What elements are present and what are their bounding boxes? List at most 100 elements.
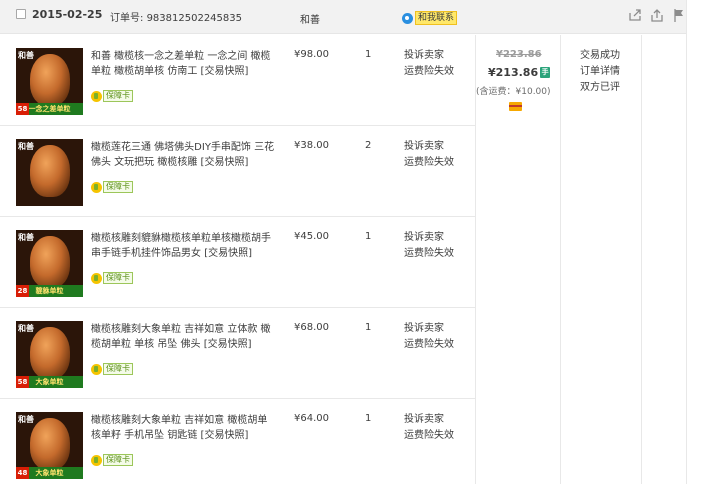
shop-seal: 和善: [18, 324, 34, 333]
product-title-link[interactable]: 橄榄莲花三通 佛塔佛头DIY手串配饰 三花佛头 文玩把玩 橄榄核雕 [交易快照]: [91, 140, 277, 170]
order-details-link[interactable]: 订单详情: [580, 64, 640, 80]
column-divider: [641, 35, 642, 484]
product-image: [30, 418, 70, 470]
thumbnail-price-badge: 58: [16, 103, 29, 115]
item-price: ¥64.00: [294, 413, 329, 424]
share-icon[interactable]: [628, 8, 642, 22]
insurance-label: 保障卡: [103, 363, 133, 375]
header-actions: [628, 8, 686, 22]
snapshot-link[interactable]: [交易快照]: [201, 157, 249, 168]
complaint-link[interactable]: 投诉卖家: [404, 139, 464, 155]
seller-name[interactable]: 和善: [300, 11, 320, 26]
review-status-link[interactable]: 双方已评: [580, 80, 640, 96]
order-item-row: 和善 一念之差单粒 58 和善 橄榄核一念之差单粒 一念之间 橄榄单粒 橄榄胡单…: [0, 35, 475, 126]
insurance-icon: [91, 90, 102, 102]
freight-insurance-status[interactable]: 运费险失效: [404, 64, 464, 80]
thumbnail-price-badge: 28: [16, 285, 29, 297]
product-title-link[interactable]: 和善 橄榄核一念之差单粒 一念之间 橄榄单粒 橄榄胡单核 仿南工 [交易快照]: [91, 49, 277, 79]
upload-icon[interactable]: [650, 8, 664, 22]
contact-seller-label: 和我联系: [415, 11, 458, 25]
insurance-label: 保障卡: [103, 181, 133, 193]
insurance-icon: [91, 454, 102, 466]
shop-seal: 和善: [18, 142, 34, 151]
snapshot-link[interactable]: [交易快照]: [204, 248, 252, 259]
product-image: [30, 145, 70, 197]
insurance-card-link[interactable]: 保障卡: [91, 454, 133, 466]
order-number: 订单号: 983812502245835: [110, 9, 242, 24]
order-number-value: 983812502245835: [146, 13, 242, 24]
snapshot-link[interactable]: [交易快照]: [201, 430, 249, 441]
product-thumbnail[interactable]: 和善: [16, 139, 83, 206]
product-thumbnail[interactable]: 和善 大象单粒 48: [16, 412, 83, 479]
item-quantity: 2: [365, 140, 372, 151]
freight-insurance-status[interactable]: 运费险失效: [404, 337, 464, 353]
thumbnail-price-badge: 58: [16, 376, 29, 388]
complaint-link[interactable]: 投诉卖家: [404, 412, 464, 428]
original-total: ¥223.86: [496, 49, 542, 60]
product-title-link[interactable]: 橄榄核雕刻貔貅橄榄核单粒单核橄榄胡手串手链手机挂件饰品男女 [交易快照]: [91, 231, 277, 261]
order-items: 和善 一念之差单粒 58 和善 橄榄核一念之差单粒 一念之间 橄榄单粒 橄榄胡单…: [0, 35, 475, 484]
complaint-link[interactable]: 投诉卖家: [404, 321, 464, 337]
item-price: ¥68.00: [294, 322, 329, 333]
item-quantity: 1: [365, 413, 372, 424]
insurance-card-link[interactable]: 保障卡: [91, 363, 133, 375]
snapshot-link[interactable]: [交易快照]: [201, 66, 249, 77]
actual-total: ¥213.86 手: [488, 66, 551, 79]
shop-seal: 和善: [18, 233, 34, 242]
order-checkbox[interactable]: [16, 9, 26, 19]
shop-seal: 和善: [18, 415, 34, 424]
product-image: [30, 54, 70, 106]
contact-seller-button[interactable]: 和我联系: [402, 11, 458, 25]
insurance-icon: [91, 272, 102, 284]
shop-seal: 和善: [18, 51, 34, 60]
insurance-icon: [91, 363, 102, 375]
item-services: 投诉卖家 运费险失效: [404, 412, 464, 444]
insurance-label: 保障卡: [103, 90, 133, 102]
complaint-link[interactable]: 投诉卖家: [404, 230, 464, 246]
freight-insurance-status[interactable]: 运费险失效: [404, 428, 464, 444]
item-price: ¥45.00: [294, 231, 329, 242]
item-quantity: 1: [365, 49, 372, 60]
item-quantity: 1: [365, 322, 372, 333]
actual-total-value: ¥213.86: [488, 66, 539, 79]
insurance-icon: [91, 181, 102, 193]
contact-icon: [402, 12, 413, 24]
product-thumbnail[interactable]: 和善 大象单粒 58: [16, 321, 83, 388]
order-date: 2015-02-25: [32, 8, 103, 21]
item-services: 投诉卖家 运费险失效: [404, 230, 464, 262]
insurance-card-link[interactable]: 保障卡: [91, 181, 133, 193]
trade-status: 交易成功: [580, 50, 620, 61]
phone-icon: 手: [540, 67, 551, 78]
item-services: 投诉卖家 运费险失效: [404, 48, 464, 80]
complaint-link[interactable]: 投诉卖家: [404, 48, 464, 64]
order-item-row: 和善 大象单粒 58 橄榄核雕刻大象单粒 吉祥如意 立体款 橄榄胡单粒 单核 吊…: [0, 308, 475, 399]
item-services: 投诉卖家 运费险失效: [404, 139, 464, 171]
insurance-card-link[interactable]: 保障卡: [91, 272, 133, 284]
flag-icon[interactable]: [672, 8, 686, 22]
insurance-card-link[interactable]: 保障卡: [91, 90, 133, 102]
order-item-row: 和善 橄榄莲花三通 佛塔佛头DIY手串配饰 三花佛头 文玩把玩 橄榄核雕 [交易…: [0, 126, 475, 217]
thumbnail-price-badge: 48: [16, 467, 29, 479]
product-title-link[interactable]: 橄榄核雕刻大象单粒 吉祥如意 立体款 橄榄胡单粒 单核 吊坠 佛头 [交易快照]: [91, 322, 277, 352]
order-item-row: 和善 貔貅单粒 28 橄榄核雕刻貔貅橄榄核单粒单核橄榄胡手串手链手机挂件饰品男女…: [0, 217, 475, 308]
shipping-fee: (含运费：¥10.00): [476, 87, 551, 97]
order-total-column: ¥223.86 ¥213.86 手 (含运费：¥10.00): [475, 35, 561, 484]
card-icon[interactable]: [509, 102, 522, 111]
item-price: ¥98.00: [294, 49, 329, 60]
order-status-column: 交易成功 订单详情 双方已评: [580, 48, 640, 96]
freight-insurance-status[interactable]: 运费险失效: [404, 246, 464, 262]
item-quantity: 1: [365, 231, 372, 242]
snapshot-link[interactable]: [交易快照]: [204, 339, 252, 350]
order-number-label: 订单号:: [110, 13, 144, 24]
item-price: ¥38.00: [294, 140, 329, 151]
product-image: [30, 327, 70, 379]
freight-insurance-status[interactable]: 运费险失效: [404, 155, 464, 171]
order-header: 2015-02-25 订单号: 983812502245835 和善 和我联系: [0, 0, 686, 34]
order-item-row: 和善 大象单粒 48 橄榄核雕刻大象单粒 吉祥如意 橄榄胡单核单籽 手机吊坠 钥…: [0, 399, 475, 484]
product-thumbnail[interactable]: 和善 一念之差单粒 58: [16, 48, 83, 115]
product-image: [30, 236, 70, 288]
product-title-link[interactable]: 橄榄核雕刻大象单粒 吉祥如意 橄榄胡单核单籽 手机吊坠 钥匙链 [交易快照]: [91, 413, 277, 443]
right-border: [686, 0, 687, 484]
insurance-label: 保障卡: [103, 454, 133, 466]
product-thumbnail[interactable]: 和善 貔貅单粒 28: [16, 230, 83, 297]
